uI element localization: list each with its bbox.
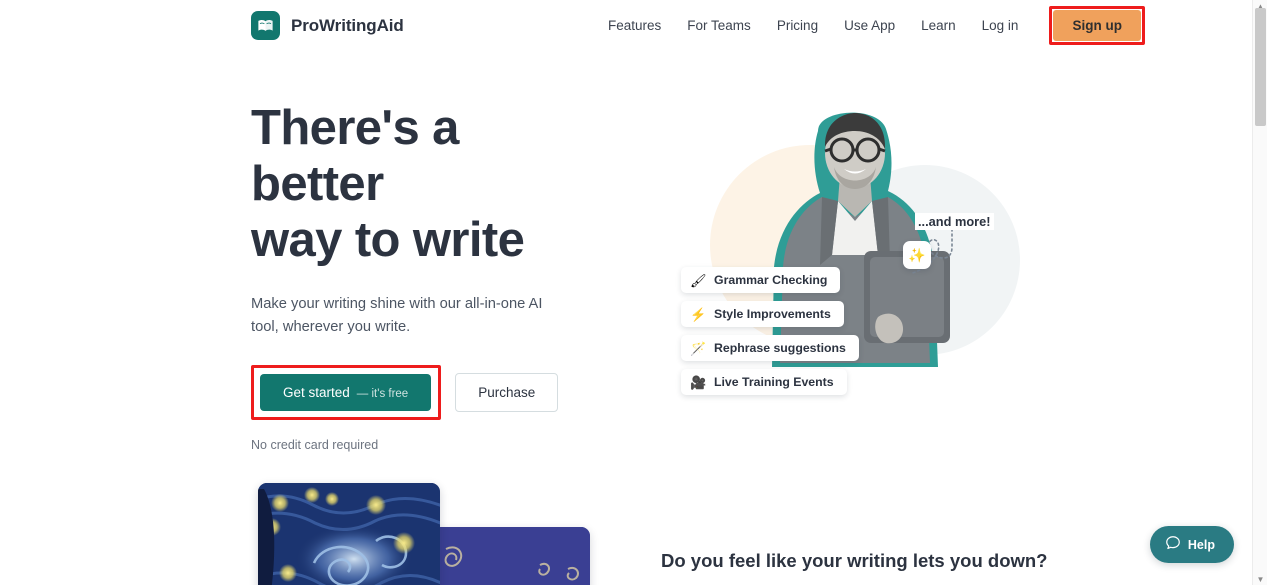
feature-pill-list: 🖌 Grammar Checking ⚡ Style Improvements … (681, 267, 859, 395)
hero-copy: There's a better way to write Make your … (251, 100, 591, 452)
page-root: ProWritingAid Features For Teams Pricing… (0, 0, 1267, 585)
main-nav: Features For Teams Pricing Use App Learn… (595, 0, 1145, 50)
feature-pill-rephrase-suggestions[interactable]: 🪄 Rephrase suggestions (681, 335, 859, 361)
sparkle-icon: ✨ (908, 246, 926, 263)
video-camera-icon: 🎥 (690, 374, 707, 390)
nav-link-log-in[interactable]: Log in (969, 12, 1032, 39)
hero-illustration: ...and more! ✨ 🖌 Grammar Checking ⚡ Styl… (650, 105, 1020, 405)
sparkle-badge: ✨ (903, 241, 931, 269)
help-button[interactable]: Help (1149, 526, 1234, 563)
lower-section: Do you feel like your writing lets you d… (0, 450, 1252, 585)
lightning-icon: ⚡ (690, 306, 707, 322)
get-started-label: Get started (283, 385, 350, 400)
nav-link-pricing[interactable]: Pricing (764, 12, 831, 39)
nav-link-features[interactable]: Features (595, 12, 674, 39)
feature-pill-label: Rephrase suggestions (714, 341, 846, 355)
get-started-button[interactable]: Get started — it's free (260, 374, 432, 411)
feature-pill-style-improvements[interactable]: ⚡ Style Improvements (681, 301, 844, 327)
hero-title-line-2: way to write (251, 213, 525, 267)
brand-name: ProWritingAid (291, 15, 404, 35)
nav-link-learn[interactable]: Learn (908, 12, 969, 39)
feature-pill-label: Live Training Events (714, 375, 834, 389)
notebook-cover-image-blue (428, 527, 590, 585)
cta-row: Get started — it's free Purchase (251, 365, 591, 420)
page-title: There's a better way to write (251, 100, 591, 268)
feature-pill-label: Grammar Checking (714, 273, 828, 287)
hero-subtitle-line-2: wherever you write. (282, 319, 411, 335)
site-header: ProWritingAid Features For Teams Pricing… (0, 0, 1252, 50)
nav-link-use-app[interactable]: Use App (831, 12, 908, 39)
magic-wand-icon: 🪄 (690, 340, 707, 356)
scrollbar-thumb[interactable] (1255, 8, 1266, 126)
vertical-scrollbar[interactable]: ▲ ▼ (1252, 0, 1267, 585)
hero-title-line-1: There's a better (251, 101, 459, 211)
starry-night-image (258, 483, 440, 585)
hero-subtitle: Make your writing shine with our all-in-… (251, 293, 571, 339)
brand-logo-link[interactable]: ProWritingAid (251, 11, 404, 40)
signup-highlight-wrapper: Sign up (1049, 5, 1145, 45)
feature-pill-label: Style Improvements (714, 307, 831, 321)
get-started-free-note: — it's free (356, 388, 409, 400)
help-label: Help (1187, 537, 1215, 552)
chat-bubble-icon (1165, 535, 1181, 554)
nav-link-for-teams[interactable]: For Teams (674, 12, 764, 39)
feature-pill-grammar-checking[interactable]: 🖌 Grammar Checking (681, 267, 841, 293)
scroll-down-arrow-icon[interactable]: ▼ (1253, 573, 1267, 585)
purchase-button[interactable]: Purchase (455, 373, 559, 412)
brush-icon: 🖌 (690, 272, 707, 288)
signup-button[interactable]: Sign up (1053, 9, 1141, 41)
lower-section-heading: Do you feel like your writing lets you d… (661, 550, 1048, 571)
feature-pill-live-training-events[interactable]: 🎥 Live Training Events (681, 369, 847, 395)
get-started-highlight-wrapper: Get started — it's free (251, 365, 442, 420)
and-more-label: ...and more! (915, 213, 994, 230)
book-logo-icon (251, 11, 280, 40)
